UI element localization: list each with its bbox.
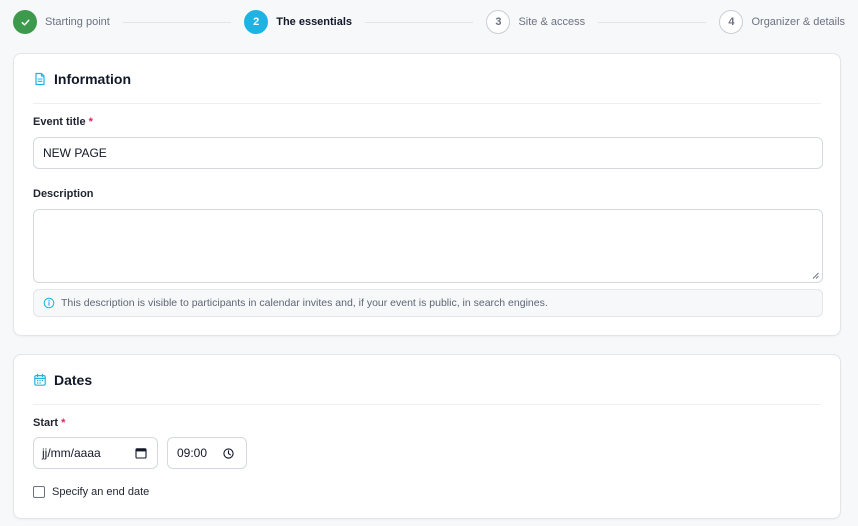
step-site-access[interactable]: 3 Site & access (486, 10, 585, 34)
event-title-input[interactable] (33, 137, 823, 169)
time-value: 09:00 (177, 446, 208, 460)
step-2-circle: 2 (244, 10, 269, 34)
end-date-label: Specify an end date (52, 486, 150, 498)
step-organizer-details[interactable]: 4 Organizer & details (719, 10, 845, 34)
information-header: Information (33, 54, 821, 104)
description-textarea[interactable] (33, 209, 823, 283)
required-mark: * (88, 116, 93, 128)
event-title-label-text: Event title (33, 116, 86, 128)
end-date-option[interactable]: Specify an end date (33, 486, 149, 498)
step-the-essentials[interactable]: 2 The essentials (244, 10, 352, 34)
event-title-label: Event title * (33, 116, 93, 128)
start-date-input[interactable]: jj/mm/aaaa (33, 437, 158, 469)
step-starting-point[interactable]: Starting point (13, 10, 110, 34)
step-4-circle: 4 (719, 10, 744, 34)
info-icon (43, 297, 55, 309)
step-connector (598, 21, 707, 23)
required-mark: * (61, 417, 66, 429)
step-connector (365, 21, 474, 23)
start-label: Start * (33, 417, 65, 429)
start-time-input[interactable]: 09:00 (167, 437, 247, 469)
step-label: The essentials (276, 16, 353, 28)
date-placeholder: jj/mm/aaaa (42, 446, 101, 460)
end-date-checkbox[interactable] (33, 486, 45, 498)
information-card: Information Event title* Description Thi… (13, 53, 841, 336)
step-3-circle: 3 (486, 10, 511, 34)
calendar-icon (33, 373, 47, 387)
dates-card: Dates Start * jj/mm/aaaa 09:00 Specify an… (13, 354, 841, 519)
start-label-text: Start (33, 417, 59, 429)
step-label: Organizer & details (751, 16, 846, 28)
dates-title: Dates (54, 371, 93, 388)
step-1-circle (13, 10, 37, 34)
description-label: Description (33, 188, 94, 200)
description-help-text: This description is visible to participa… (61, 297, 548, 309)
stepper: Starting point 2 The essentials 3 Site &… (0, 0, 858, 44)
dates-header: Dates (33, 355, 821, 405)
date-picker-icon[interactable] (135, 447, 147, 459)
step-label: Site & access (518, 16, 586, 28)
description-help: This description is visible to participa… (33, 289, 823, 317)
step-connector (122, 21, 232, 23)
document-icon (33, 72, 47, 86)
information-title: Information (54, 70, 131, 87)
check-icon (21, 19, 30, 26)
resize-grip-icon[interactable] (812, 272, 819, 279)
clock-icon[interactable] (223, 448, 234, 459)
step-label: Starting point (45, 16, 110, 28)
